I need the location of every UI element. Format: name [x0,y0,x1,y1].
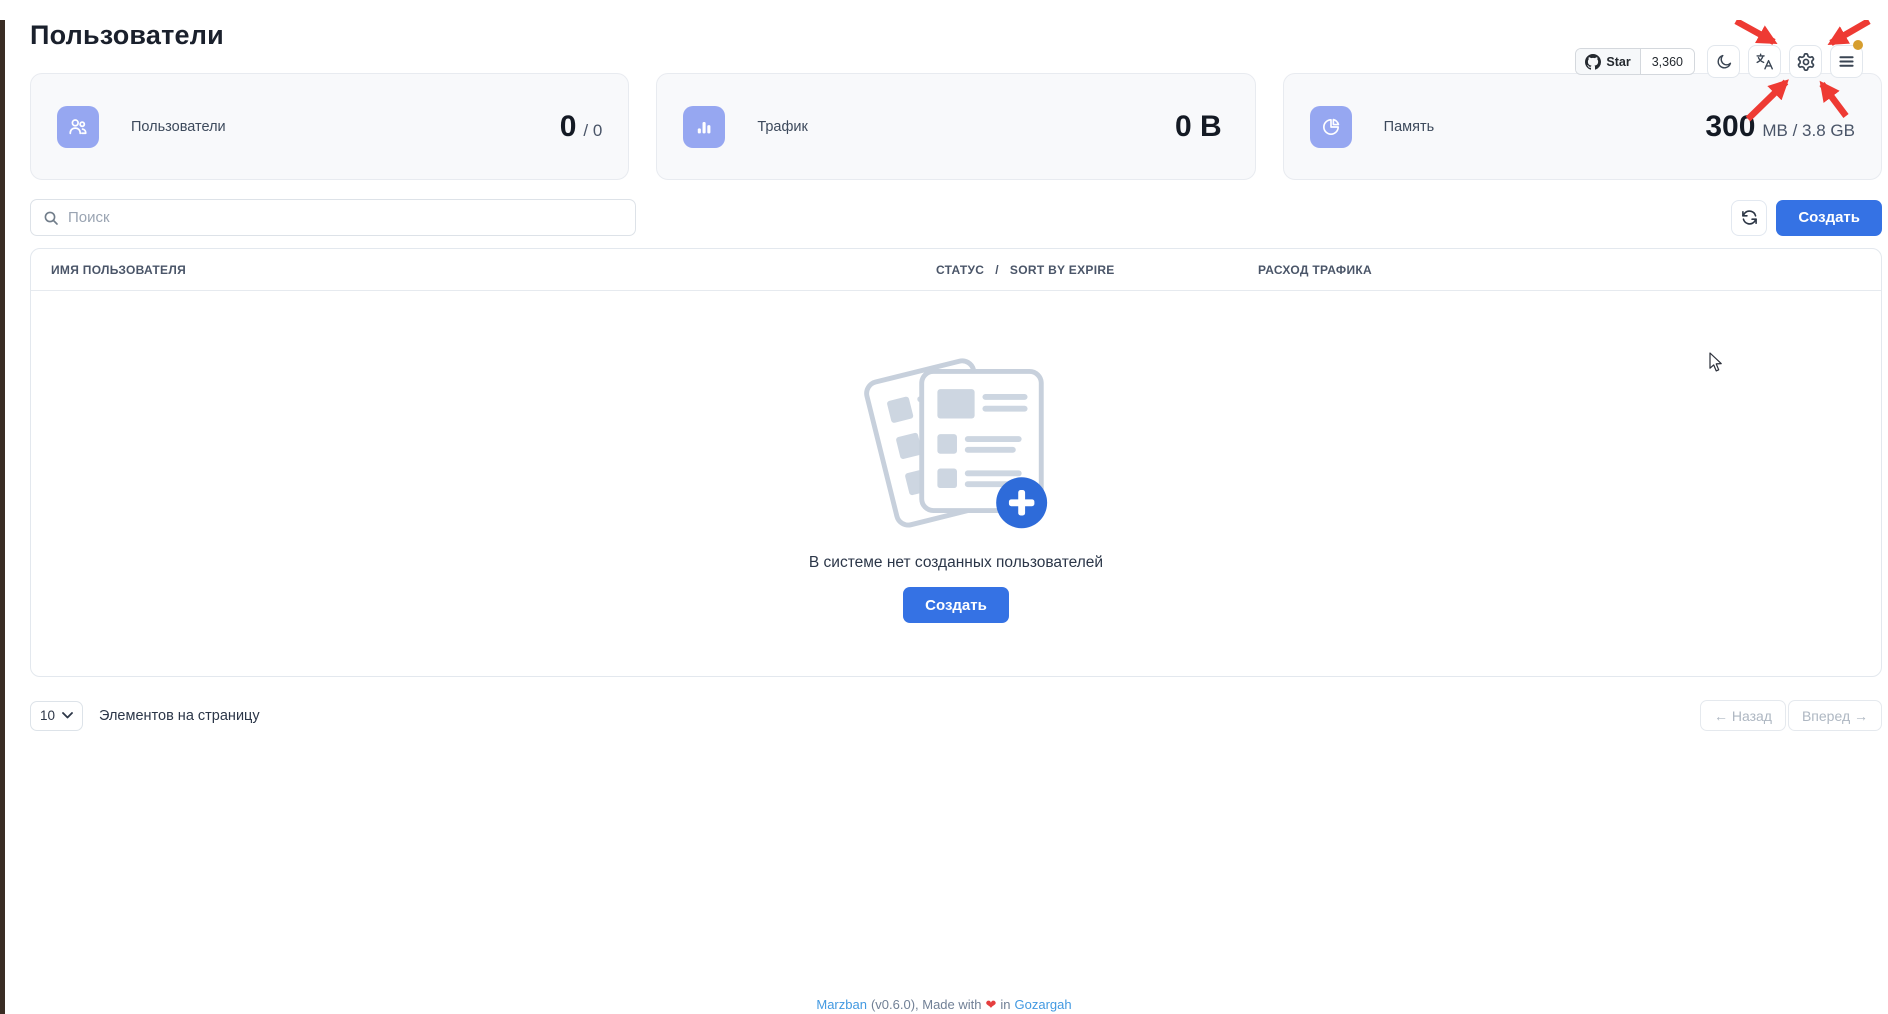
empty-state: В системе нет созданных пользователей Со… [809,344,1103,623]
footer-brand-link[interactable]: Marzban [816,997,867,1012]
empty-documents-illustration [851,344,1061,540]
users-toolbar: Создать [30,199,1882,236]
page-size-value: 10 [40,708,55,723]
stat-card-value: 300MB / 3.8 GB [1705,110,1855,144]
stat-card-users: Пользователи 0/ 0 [30,73,629,180]
github-star-count[interactable]: 3,360 [1641,49,1694,74]
stat-card-label: Трафик [757,119,808,135]
hamburger-menu-icon [1838,53,1855,70]
create-user-button[interactable]: Создать [1776,200,1882,236]
translate-icon [1755,52,1774,71]
users-icon [57,106,99,148]
bar-chart-icon [683,106,725,148]
search-box[interactable] [30,199,636,236]
left-edge-strip [0,20,5,1014]
search-icon [43,210,59,226]
language-button[interactable] [1748,45,1781,78]
page-size-label: Элементов на страницу [99,708,260,724]
stat-card-label: Пользователи [131,119,226,135]
gear-icon [1797,53,1815,71]
pagination-bar: 10 Элементов на страницу ← Назад Вперед … [30,700,1882,731]
page-size-select[interactable]: 10 [30,701,83,731]
stat-card-value: 0 B [1175,110,1229,144]
stat-card-traffic: Трафик 0 B [656,73,1255,180]
topbar-controls: Star 3,360 [1575,45,1863,78]
settings-button[interactable] [1789,45,1822,78]
column-status-expire[interactable]: СТАТУС / SORT BY EXPIRE [936,263,1258,277]
github-star-button[interactable]: Star 3,360 [1575,48,1695,75]
next-page-button[interactable]: Вперед → [1788,700,1882,731]
refresh-icon [1741,209,1758,226]
chevron-down-icon [62,712,73,719]
column-username[interactable]: ИМЯ ПОЛЬЗОВАТЕЛЯ [31,263,936,277]
github-star-label: Star [1606,55,1630,69]
search-input[interactable] [68,209,623,226]
github-star-segment[interactable]: Star [1576,49,1640,74]
users-table: ИМЯ ПОЛЬЗОВАТЕЛЯ СТАТУС / SORT BY EXPIRE… [30,248,1882,677]
pie-chart-icon [1310,106,1352,148]
empty-state-message: В системе нет созданных пользователей [809,554,1103,572]
refresh-button[interactable] [1731,200,1767,236]
table-header-row: ИМЯ ПОЛЬЗОВАТЕЛЯ СТАТУС / SORT BY EXPIRE… [31,249,1881,291]
stat-card-memory: Память 300MB / 3.8 GB [1283,73,1882,180]
stat-cards: Пользователи 0/ 0 Трафик 0 B Память 300M… [30,73,1882,180]
table-body: В системе нет созданных пользователей Со… [31,291,1881,676]
footer: Marzban (v0.6.0), Made with ❤in Gozargah [0,997,1888,1013]
column-status-label[interactable]: СТАТУС [936,263,984,277]
column-sort-by-expire-label[interactable]: SORT BY EXPIRE [1010,263,1115,277]
stat-card-value: 0/ 0 [560,110,603,144]
prev-page-button[interactable]: ← Назад [1700,700,1786,731]
stat-card-label: Память [1384,119,1435,135]
footer-org-link[interactable]: Gozargah [1015,997,1072,1012]
heart-icon: ❤ [986,997,997,1012]
menu-notification-badge [1853,40,1863,50]
add-circle-icon [996,477,1047,528]
github-icon [1585,54,1601,70]
column-traffic[interactable]: РАСХОД ТРАФИКА [1258,263,1881,277]
theme-toggle-button[interactable] [1707,45,1740,78]
moon-icon [1715,53,1733,71]
empty-create-button[interactable]: Создать [903,587,1009,623]
menu-button[interactable] [1830,45,1863,78]
footer-in-text: in [1000,997,1010,1012]
column-divider: / [995,263,999,277]
footer-version-text: (v0.6.0), Made with [871,997,982,1012]
